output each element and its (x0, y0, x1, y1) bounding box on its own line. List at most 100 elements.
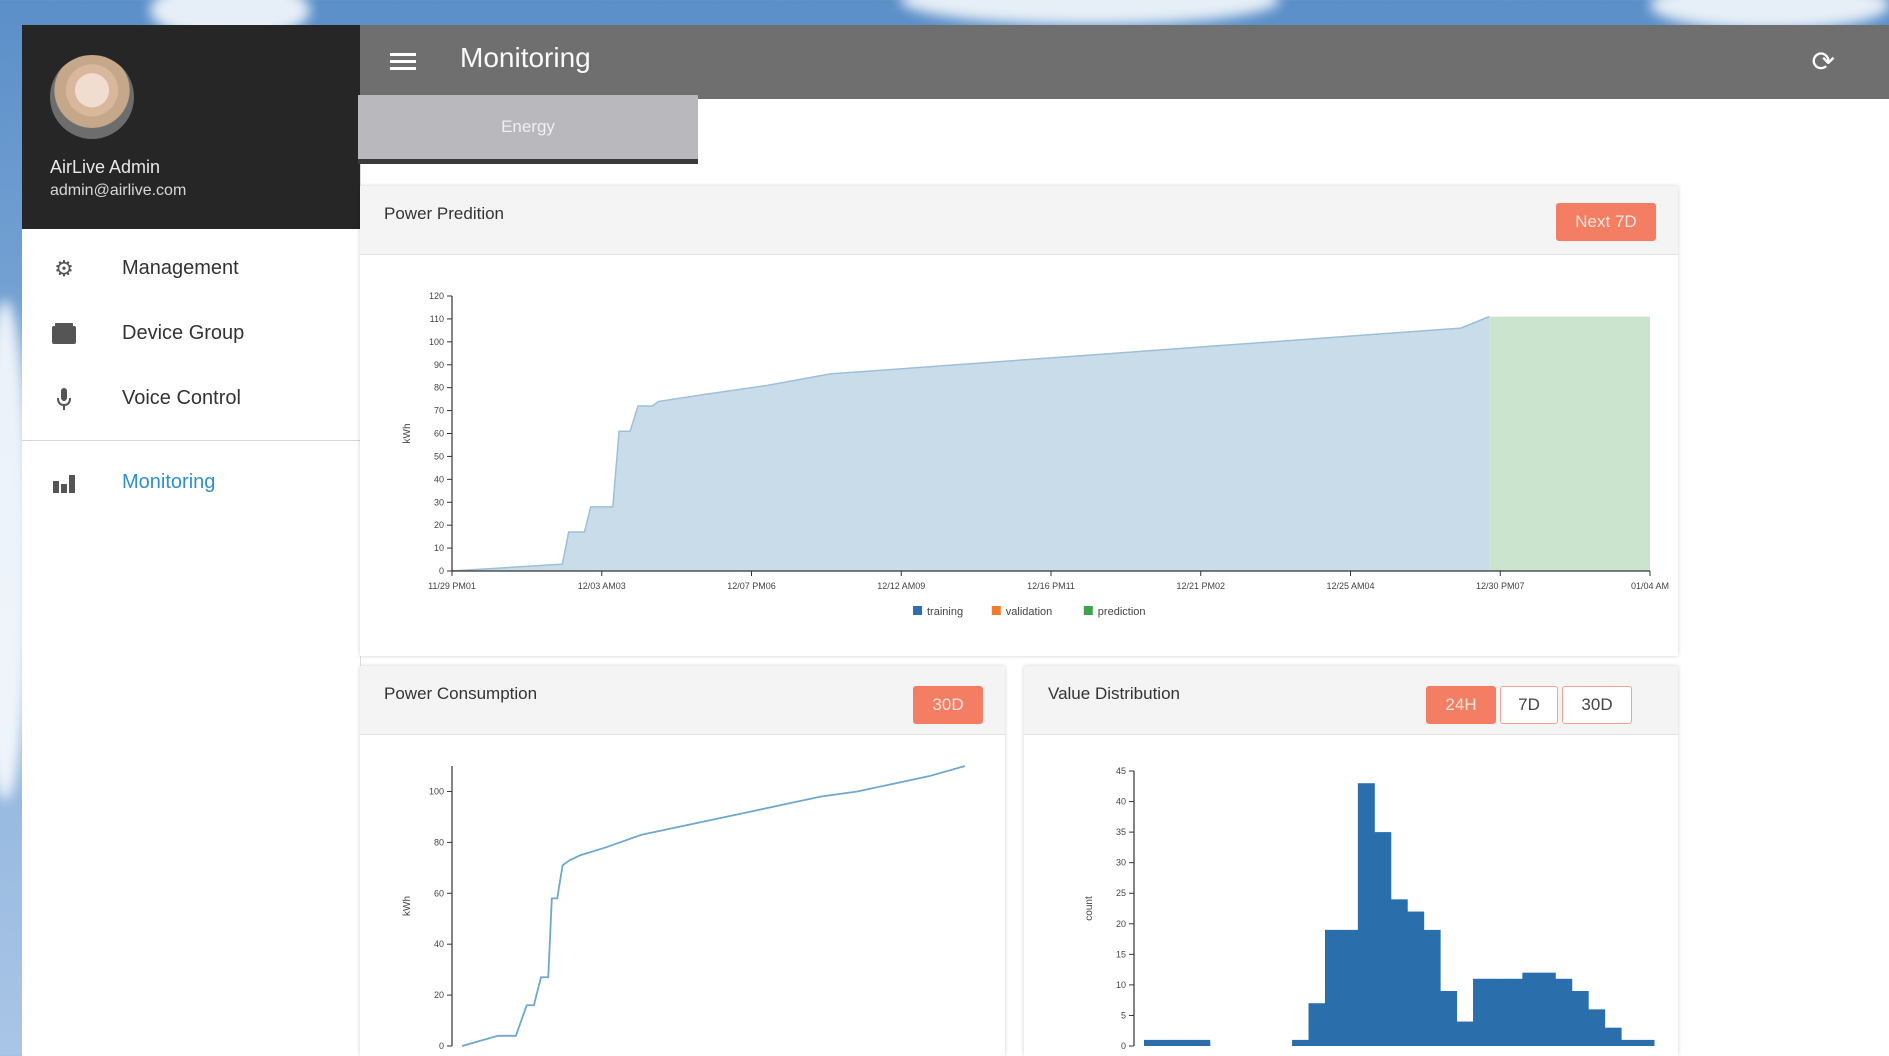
y-tick-label: 100 (429, 786, 444, 796)
y-tick-label: 120 (429, 291, 444, 301)
y-tick-label: 80 (434, 383, 444, 393)
histogram-bar (1341, 929, 1359, 1046)
gear-icon: ⚙ (54, 256, 74, 281)
x-tick-label: 11/29 PM01 (428, 581, 476, 591)
hamburger-menu-icon[interactable] (390, 49, 416, 75)
user-name: AirLive Admin (50, 157, 161, 177)
y-axis-label: kWh (402, 424, 413, 444)
card-title: Value Distribution (1048, 684, 1180, 703)
y-tick-label: 0 (1121, 1041, 1126, 1051)
page-title: Monitoring (460, 42, 591, 73)
x-tick-label: 12/21 PM02 (1176, 581, 1225, 591)
y-tick-label: 35 (1116, 827, 1126, 837)
x-tick-label: 12/03 AM03 (578, 581, 626, 591)
card-header: Power Predition Next 7D (360, 186, 1678, 255)
power-consumption-chart: 0 20 40 60 80 100 kWh (402, 765, 966, 1051)
histogram-bar (1522, 972, 1540, 1046)
top-bar: Monitoring ⟳ (360, 25, 1889, 99)
y-tick-label: 50 (434, 451, 444, 461)
profile-panel: AirLive Admin admin@airlive.com (22, 25, 360, 229)
histogram-bar (1193, 1039, 1211, 1046)
histogram-bar (1407, 911, 1425, 1046)
histogram-bar (1374, 832, 1392, 1046)
y-tick-label: 80 (434, 837, 444, 847)
histogram-bar (1555, 978, 1573, 1046)
sidebar-item-label: Monitoring (122, 471, 216, 493)
legend-swatch (913, 606, 922, 615)
y-tick-label: 40 (1116, 797, 1126, 807)
y-tick-label: 45 (1116, 766, 1126, 776)
histogram-bar (1538, 972, 1556, 1046)
histogram-bar (1637, 1039, 1655, 1046)
sidebar-item-label: Management (122, 257, 239, 279)
card-title: Power Consumption (384, 684, 538, 703)
y-tick-label: 70 (434, 406, 444, 416)
folder-icon (50, 320, 78, 348)
power-prediction-card: Power Predition Next 7D 0 10 20 30 40 50 60 70 8… (360, 186, 1678, 656)
24h-button[interactable]: 24H (1426, 686, 1496, 724)
next-7d-button[interactable]: Next 7D (1556, 203, 1656, 241)
y-tick-label: 60 (434, 429, 444, 439)
y-tick-label: 10 (434, 543, 444, 553)
training-area (452, 316, 1490, 571)
legend-swatch (991, 606, 1001, 615)
histogram-bar (1588, 1009, 1606, 1046)
sidebar-item-voice-control[interactable]: Voice Control (22, 369, 360, 429)
y-tick-label: 40 (434, 474, 444, 484)
histogram-bar (1489, 978, 1507, 1046)
y-tick-label: 0 (439, 1041, 444, 1051)
y-tick-label: 30 (434, 497, 444, 507)
refresh-icon[interactable]: ⟳ (1812, 45, 1835, 78)
histogram-bar (1621, 1039, 1639, 1046)
background-cloud (900, 0, 1280, 25)
histogram-bar (1357, 783, 1375, 1046)
bar-chart-icon (50, 469, 78, 497)
power-consumption-card: Power Consumption 30D 0 20 40 60 80 100 kWh (360, 666, 1005, 1056)
legend-label: prediction (1098, 606, 1146, 618)
consumption-line (461, 765, 966, 1047)
y-tick-label: 20 (1116, 919, 1126, 929)
card-header: Value Distribution 24H 7D 30D (1024, 666, 1678, 735)
sidebar-item-monitoring[interactable]: Monitoring (22, 453, 360, 513)
x-tick-label: 12/16 PM11 (1027, 581, 1075, 591)
value-distribution-card: Value Distribution 24H 7D 30D 0 5 10 15 20 25… (1024, 666, 1678, 1056)
histogram-bar (1176, 1039, 1194, 1046)
x-tick-label: 12/30 PM07 (1476, 581, 1525, 591)
sidebar-item-label: Voice Control (122, 387, 241, 409)
histogram-bar (1324, 929, 1342, 1046)
tab-energy[interactable]: Energy (358, 95, 698, 164)
30d-button[interactable]: 30D (1562, 686, 1632, 724)
y-tick-label: 30 (1116, 858, 1126, 868)
x-tick-label: 12/07 PM06 (727, 581, 776, 591)
7d-button[interactable]: 7D (1500, 686, 1558, 724)
x-tick-label: 12/25 AM04 (1326, 581, 1374, 591)
y-tick-label: 100 (429, 337, 444, 347)
y-tick-label: 40 (434, 939, 444, 949)
legend-label: training (927, 606, 963, 618)
y-tick-label: 20 (434, 520, 444, 530)
x-tick-label: 12/12 AM09 (877, 581, 925, 591)
y-tick-label: 5 (1121, 1010, 1126, 1020)
y-tick-label: 25 (1116, 888, 1126, 898)
card-title: Power Predition (384, 204, 505, 223)
prediction-area (1489, 316, 1650, 571)
y-tick-label: 10 (1116, 980, 1126, 990)
card-header: Power Consumption 30D (360, 666, 1005, 735)
histogram-bar (1571, 991, 1589, 1046)
histogram-bar (1423, 929, 1441, 1046)
y-tick-label: 15 (1116, 949, 1126, 959)
y-tick-label: 20 (434, 990, 444, 1000)
value-distribution-chart: 0 5 10 15 20 25 30 35 40 45 count (1084, 766, 1655, 1051)
histogram-bar (1390, 899, 1408, 1046)
sidebar-divider (22, 440, 360, 441)
sidebar-item-management[interactable]: ⚙ Management (22, 239, 360, 299)
avatar[interactable] (50, 55, 134, 139)
y-tick-label: 0 (439, 566, 444, 576)
30d-button[interactable]: 30D (913, 686, 983, 724)
y-tick-label: 60 (434, 888, 444, 898)
histogram-bar (1604, 1027, 1622, 1046)
sidebar-item-label: Device Group (122, 322, 245, 344)
user-email: admin@airlive.com (50, 182, 187, 199)
microphone-icon (50, 385, 78, 413)
sidebar-item-device-group[interactable]: Device Group (22, 304, 360, 364)
